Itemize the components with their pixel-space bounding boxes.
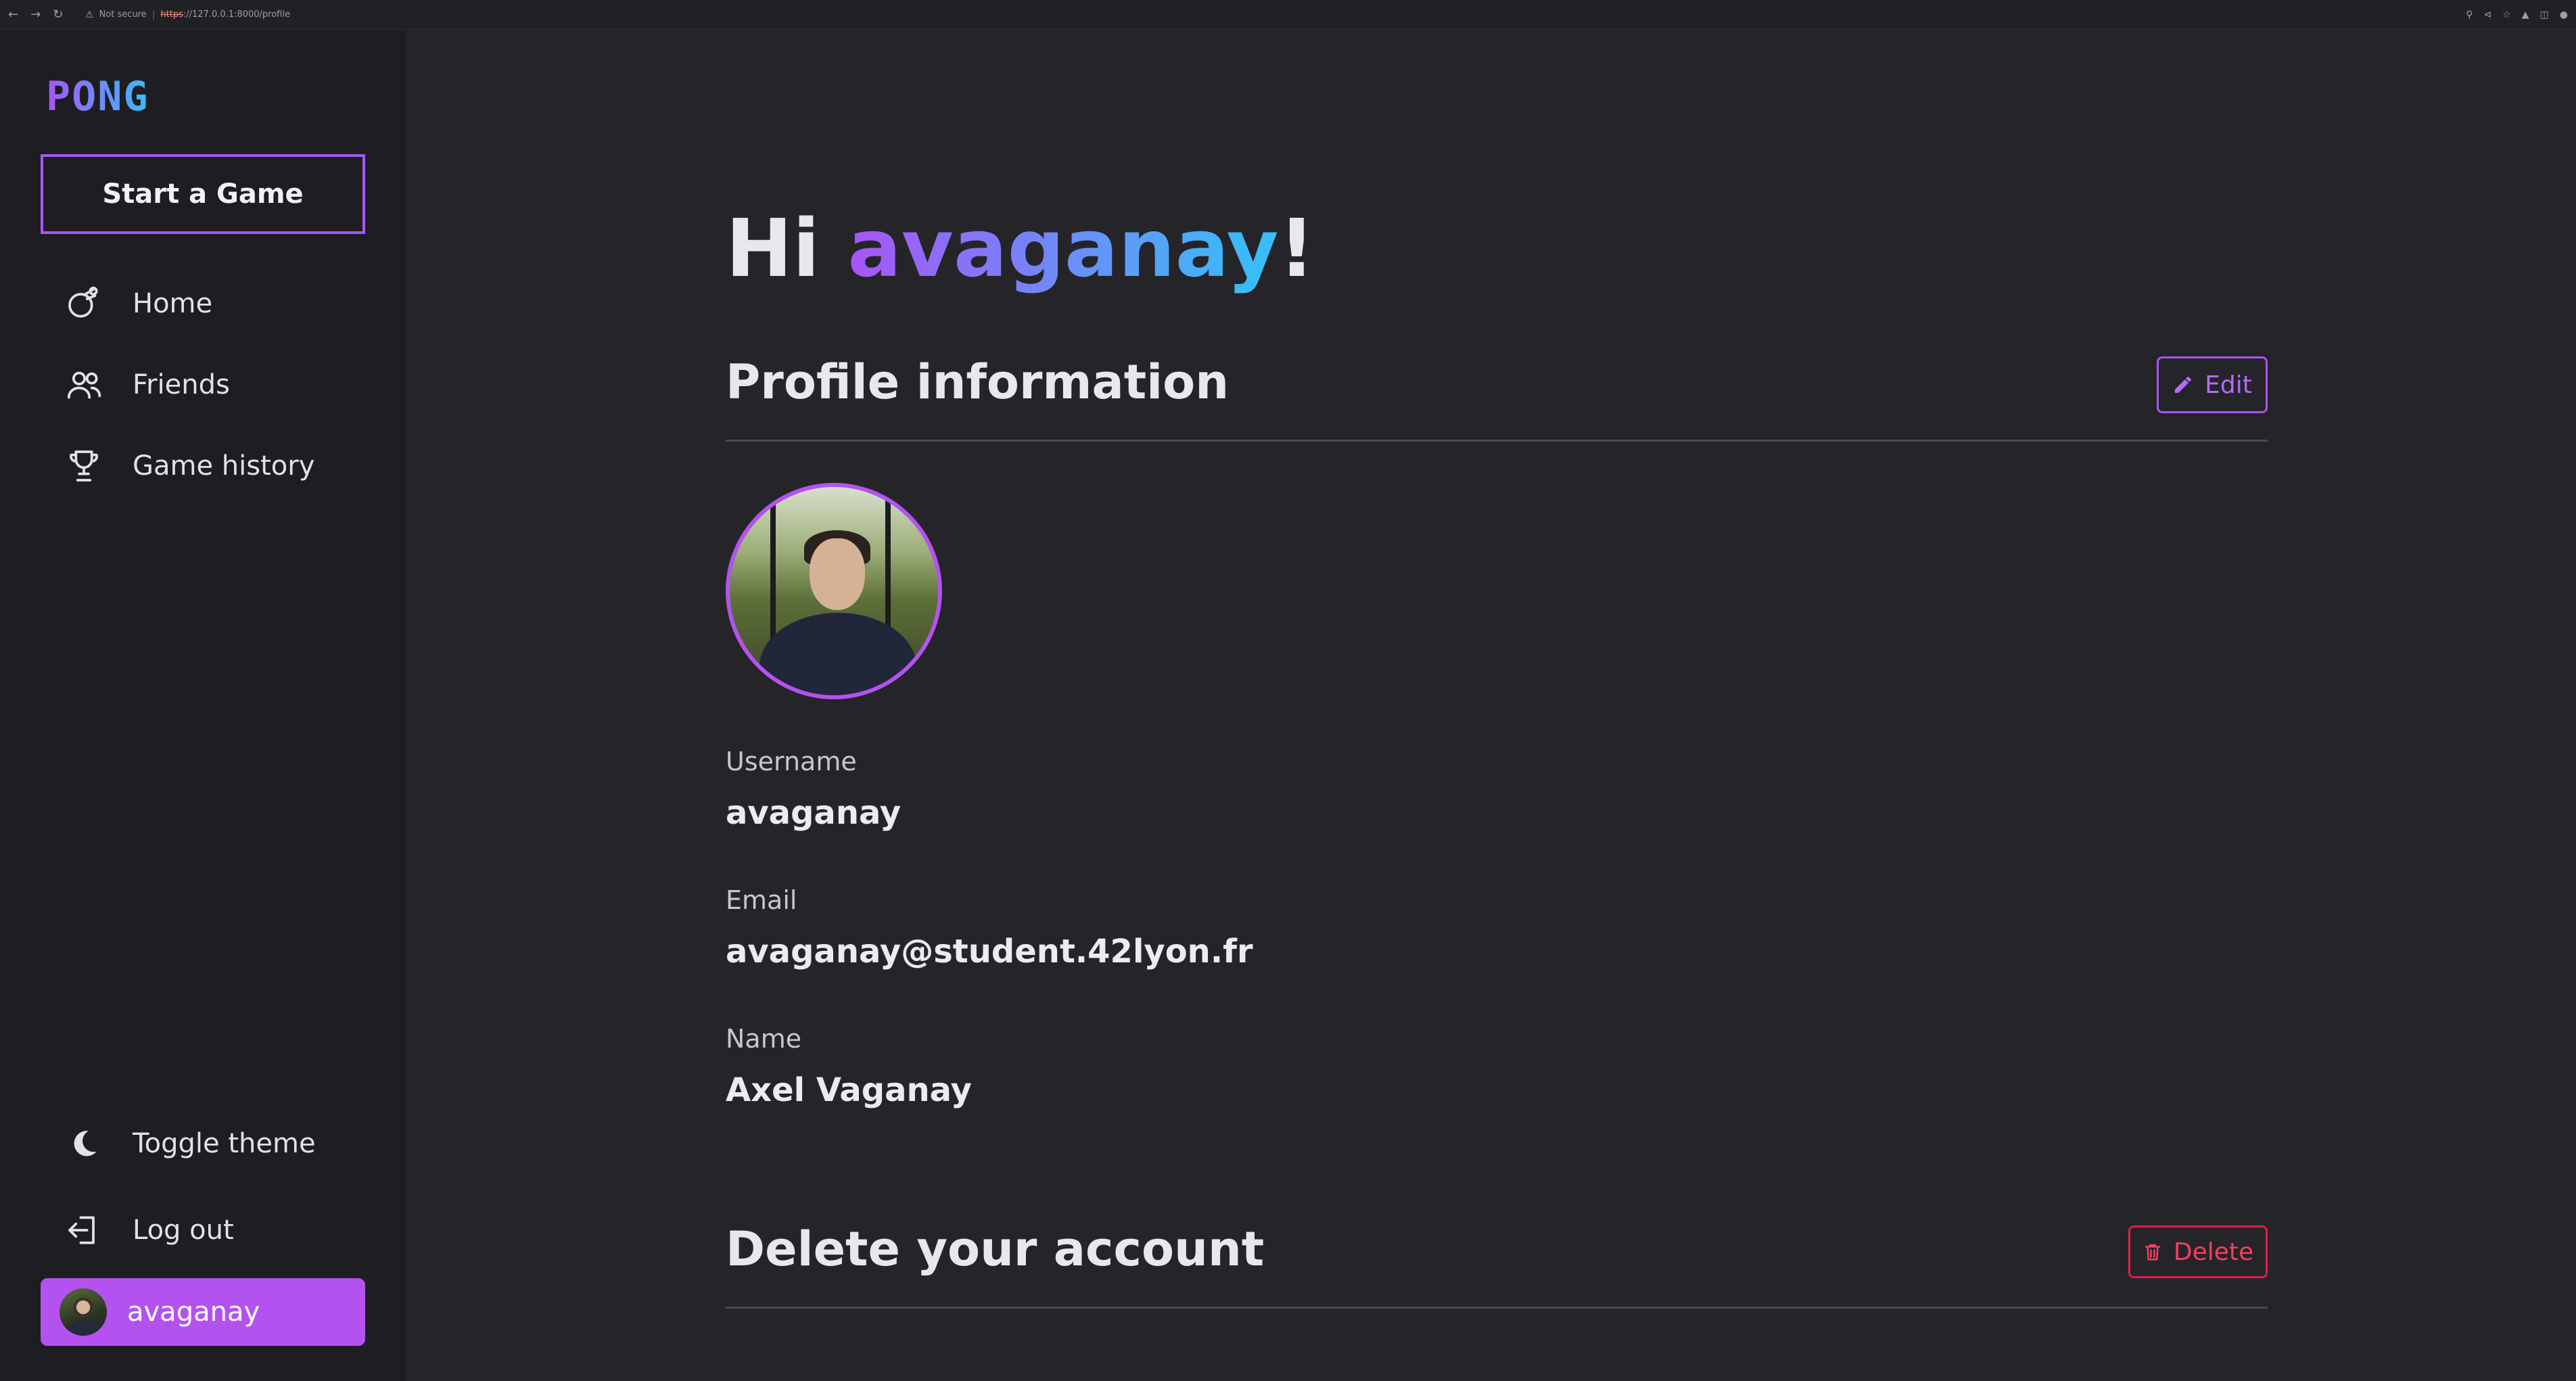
pencil-icon [2175, 377, 2192, 393]
profile-button[interactable]: avaganay [41, 1278, 365, 1346]
reload-icon[interactable]: ↻ [53, 7, 63, 22]
app-logo[interactable]: PONG [46, 73, 149, 120]
url-path: ://127.0.0.1:8000/profile [183, 9, 290, 20]
greeting-username: avaganay [847, 202, 1279, 295]
avatar-head [810, 538, 865, 610]
edit-button[interactable]: Edit [2157, 356, 2268, 413]
sidebar-item-label: Game history [133, 450, 315, 482]
section-divider [726, 440, 2268, 442]
profile-username: avaganay [127, 1296, 260, 1328]
toggle-theme-button[interactable]: Toggle theme [65, 1120, 316, 1167]
moon-icon [74, 1131, 97, 1156]
avatar-body [759, 613, 916, 695]
divider: | [151, 9, 156, 20]
extensions-icon[interactable]: ▲ [2522, 9, 2529, 20]
username-value: avaganay [726, 794, 901, 832]
sidebar-item-friends[interactable]: Friends [65, 361, 230, 408]
profile-picture [726, 483, 942, 699]
toggle-theme-label: Toggle theme [133, 1128, 316, 1159]
sidebar: PONG Start a Game Home Friends Game hist… [0, 30, 406, 1381]
account-icon[interactable]: ● [2560, 9, 2568, 20]
bookmark-star-icon[interactable]: ☆ [2502, 9, 2511, 20]
name-value: Axel Vaganay [726, 1071, 972, 1109]
delete-label: Delete [2173, 1238, 2254, 1266]
name-label: Name [726, 1024, 802, 1054]
section-divider [726, 1307, 2268, 1309]
profile-section-title: Profile information [726, 354, 1230, 410]
warning-icon: ⚠ [85, 9, 94, 20]
address-bar[interactable]: https://127.0.0.1:8000/profile [160, 9, 290, 20]
sidepanel-icon[interactable]: ◫ [2540, 9, 2549, 20]
greeting-suffix: ! [1278, 202, 1315, 295]
page-title: Hi avaganay! [726, 202, 1315, 295]
edit-label: Edit [2205, 371, 2252, 399]
email-value: avaganay@student.42lyon.fr [726, 933, 1253, 970]
security-status: Not secure [99, 9, 147, 20]
trophy-icon [70, 450, 98, 482]
trash-icon [2145, 1244, 2161, 1261]
sidebar-item-home[interactable]: Home [65, 280, 212, 327]
delete-section-title: Delete your account [726, 1221, 1265, 1277]
zoom-icon[interactable]: ⚲ [2466, 9, 2473, 20]
home-icon [68, 286, 98, 318]
logout-label: Log out [133, 1215, 234, 1246]
greeting-prefix: Hi [726, 202, 848, 295]
sidebar-item-label: Home [133, 288, 213, 319]
username-label: Username [726, 747, 857, 776]
browser-actions: ⚲ ⊲ ☆ ▲ ◫ ● [2466, 9, 2568, 20]
start-game-button[interactable]: Start a Game [41, 154, 365, 234]
sidebar-item-label: Friends [133, 369, 230, 400]
email-label: Email [726, 885, 797, 915]
logout-icon [68, 1216, 95, 1244]
friends-icon [67, 371, 101, 399]
avatar [60, 1288, 107, 1336]
delete-account-button[interactable]: Delete [2128, 1225, 2268, 1278]
logout-button[interactable]: Log out [65, 1207, 234, 1254]
sidebar-item-game-history[interactable]: Game history [65, 442, 314, 490]
back-icon[interactable]: ← [8, 7, 18, 22]
share-icon[interactable]: ⊲ [2483, 9, 2491, 20]
browser-toolbar: ← → ↻ ⚠ Not secure | https://127.0.0.1:8… [0, 0, 2576, 30]
browser-nav: ← → ↻ [8, 7, 76, 22]
url-scheme: https [160, 9, 183, 20]
forward-icon[interactable]: → [30, 7, 41, 22]
